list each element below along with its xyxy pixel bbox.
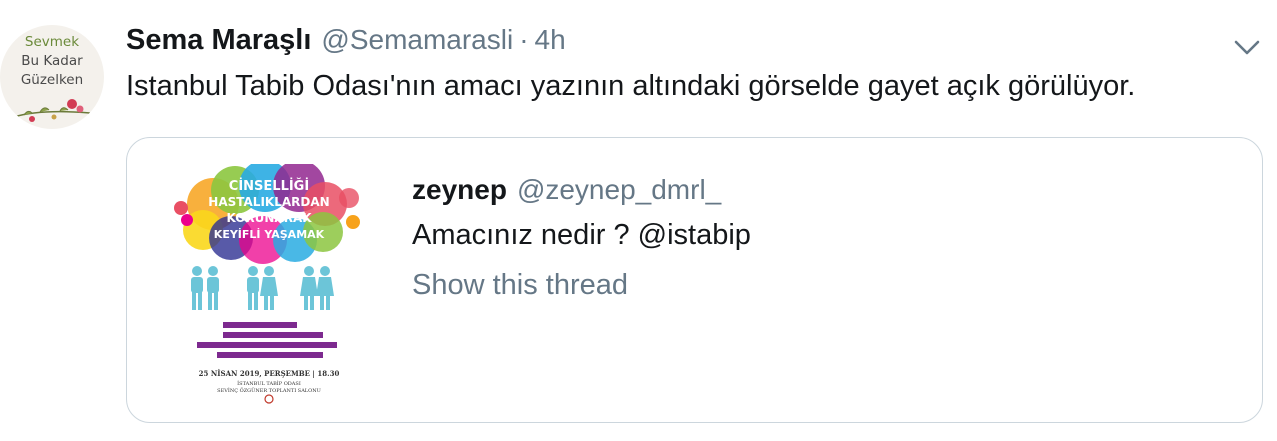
tweet-menu-button[interactable] <box>1232 36 1262 58</box>
display-name[interactable]: Sema Maraşlı <box>126 24 311 57</box>
separator-dot: · <box>519 24 529 55</box>
avatar-text-line-1: Sevmek <box>24 34 80 50</box>
poster-venue-line-1: İSTANBUL TABİP ODASI <box>237 380 301 387</box>
poster-headline-4: KEYİFLİ YAŞAMAK <box>214 227 325 241</box>
poster-venue-line-2: SEVİNÇ ÖZGÜNER TOPLANTI SALONU <box>217 387 321 394</box>
quoted-tweet-card[interactable]: CİNSELLİĞİ HASTALIKLARDAN KORUNARAK KEYİ… <box>126 137 1263 423</box>
poster-graphic: CİNSELLİĞİ HASTALIKLARDAN KORUNARAK KEYİ… <box>174 160 360 404</box>
avatar-text-line-3: Güzelken <box>20 72 84 88</box>
poster-headline-3: KORUNARAK <box>226 211 312 225</box>
quoted-display-name: zeynep <box>412 174 507 205</box>
timestamp[interactable]: 4h <box>535 24 566 56</box>
avatar-text-line-2: Bu Kadar <box>21 53 83 69</box>
avatar[interactable]: Sevmek Bu Kadar Güzelken <box>0 25 104 129</box>
user-handle[interactable]: @Semamarasli <box>321 24 513 56</box>
flower-branch-icon <box>13 99 91 122</box>
quoted-tweet-header: zeynep @zeynep_dmrl_ <box>412 174 721 206</box>
poster-date-line: 25 NİSAN 2019, PERŞEMBE | 18.30 <box>199 369 340 378</box>
quoted-tweet-image[interactable]: CİNSELLİĞİ HASTALIKLARDAN KORUNARAK KEYİ… <box>173 160 369 404</box>
chevron-down-icon <box>1234 40 1260 55</box>
tweet-header: Sema Maraşlı @Semamarasli · 4h <box>126 24 566 60</box>
poster-headline-2: HASTALIKLARDAN <box>208 195 329 209</box>
quoted-user-handle: @zeynep_dmrl_ <box>516 174 722 205</box>
tweet-text: Istanbul Tabib Odası'nın amacı yazının a… <box>126 70 1136 102</box>
show-thread-link[interactable]: Show this thread <box>412 269 628 302</box>
poster-headline-1: CİNSELLİĞİ <box>229 178 309 194</box>
quoted-tweet-text: Amacınız nedir ? @istabip <box>412 219 751 251</box>
